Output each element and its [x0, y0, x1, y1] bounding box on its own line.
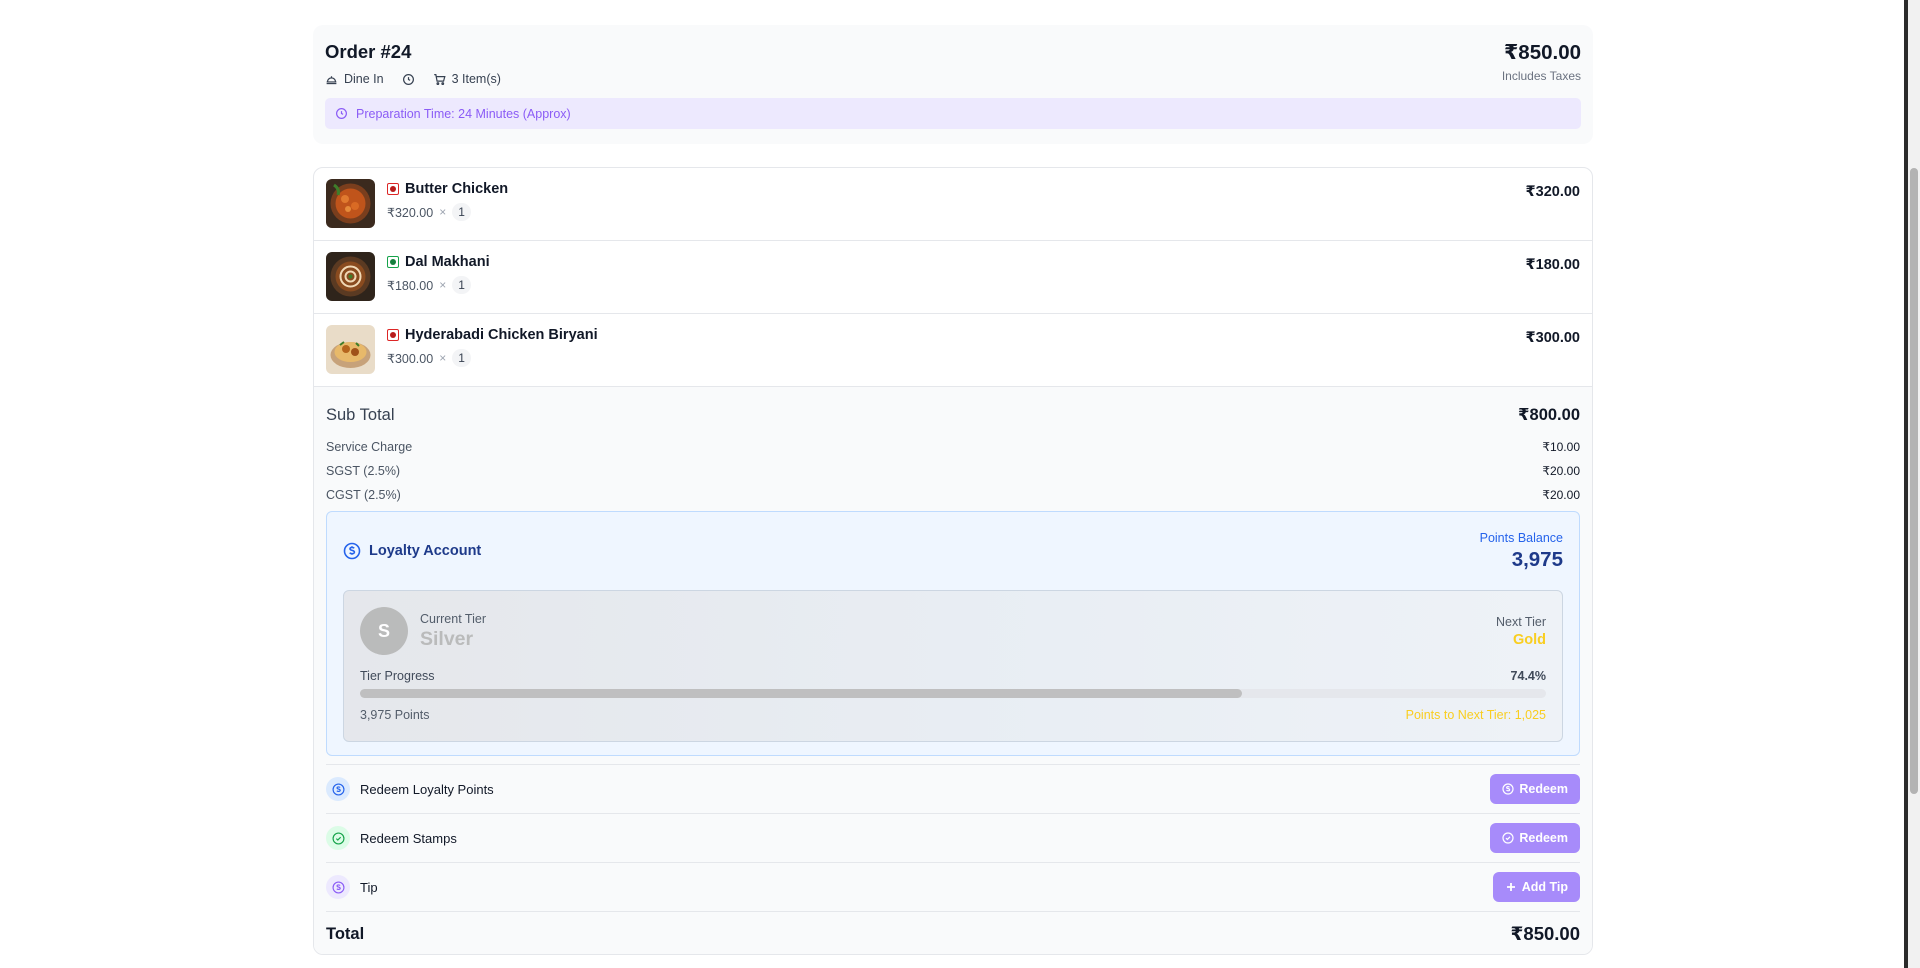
- item-total: ₹300.00: [1525, 330, 1580, 346]
- item-name: Hyderabadi Chicken Biryani: [405, 327, 598, 343]
- order-title: Order #24: [325, 41, 412, 62]
- scrollbar-thumb[interactable]: [1910, 168, 1918, 794]
- tier-progress-label: Tier Progress: [360, 669, 435, 683]
- add-tip-button-label: Add Tip: [1521, 880, 1568, 894]
- order-meta: Dine In 3 Item(s): [325, 72, 501, 86]
- dine-in-icon: [326, 75, 337, 84]
- item-qty: 1: [452, 349, 471, 367]
- loyalty-title: Loyalty Account: [369, 543, 482, 559]
- order-header-card: Order #24 Dine In 3 Item(s) ₹850.00 Incl…: [313, 25, 1593, 144]
- points-total: 3,975 Points: [360, 708, 430, 722]
- subtotal-label: Sub Total: [326, 405, 395, 424]
- current-tier-label: Current Tier: [420, 611, 486, 626]
- points-balance-value: 3,975: [1511, 547, 1563, 571]
- redeem-stamps-row: Redeem Stamps Redeem: [326, 813, 1580, 862]
- item-qty: 1: [452, 203, 471, 221]
- current-tier-name: Silver: [420, 627, 474, 650]
- grand-total-value: ₹850.00: [1510, 923, 1580, 944]
- veg-icon: [387, 256, 399, 268]
- subtotal-value: ₹800.00: [1518, 406, 1580, 424]
- tier-avatar: S: [360, 607, 408, 655]
- service-charge-label: Service Charge: [326, 440, 413, 454]
- check-circle-icon: [1502, 832, 1514, 844]
- sgst-row: SGST (2.5%) ₹20.00: [326, 459, 1580, 483]
- item-price: ₹320.00: [387, 205, 434, 220]
- bill-summary: Sub Total ₹800.00 Service Charge ₹10.00 …: [314, 387, 1592, 954]
- cart-icon: [433, 73, 446, 85]
- item-total: ₹320.00: [1525, 184, 1580, 200]
- order-total-note: Includes Taxes: [1501, 69, 1581, 83]
- order-total-amount: ₹850.00: [1504, 41, 1581, 64]
- item-image: [326, 179, 375, 228]
- clock-icon: [402, 73, 414, 85]
- redeem-stamps-button-label: Redeem: [1519, 831, 1568, 845]
- add-tip-button[interactable]: Add Tip: [1492, 872, 1580, 902]
- next-tier-label: Next Tier: [1495, 614, 1546, 629]
- tip-label: Tip: [360, 879, 378, 895]
- items-count: 3 Item(s): [451, 72, 501, 86]
- dollar-circle-icon: [326, 777, 350, 801]
- tip-row: Tip Add Tip: [326, 862, 1580, 911]
- plus-icon: [1506, 883, 1515, 891]
- scrollbar[interactable]: [1908, 0, 1920, 968]
- tier-progress-bar: [360, 689, 1546, 698]
- item-name: Butter Chicken: [405, 181, 509, 197]
- redeem-stamps-button[interactable]: Redeem: [1490, 823, 1580, 853]
- grand-total-label: Total: [326, 924, 365, 943]
- times-sign: ×: [439, 205, 447, 219]
- service-charge-row: Service Charge ₹10.00: [326, 435, 1580, 459]
- times-sign: ×: [439, 351, 447, 365]
- cgst-label: CGST (2.5%): [326, 488, 401, 502]
- sgst-label: SGST (2.5%): [326, 464, 401, 478]
- tier-card: S Current Tier Silver Next Tier Gold Tie…: [343, 590, 1563, 742]
- clock-icon: [336, 108, 347, 119]
- redeem-loyalty-button-label: Redeem: [1519, 782, 1568, 796]
- loyalty-account-panel: Loyalty Account Points Balance 3,975 S C…: [326, 511, 1580, 756]
- item-total: ₹180.00: [1525, 257, 1580, 273]
- times-sign: ×: [439, 278, 447, 292]
- next-tier-name: Gold: [1512, 631, 1546, 648]
- list-item: Hyderabadi Chicken Biryani ₹300.00 × 1 ₹…: [314, 314, 1592, 387]
- dine-in-label: Dine In: [344, 72, 384, 86]
- service-charge-value: ₹10.00: [1542, 440, 1580, 454]
- subtotal-row: Sub Total ₹800.00: [326, 387, 1580, 435]
- item-price: ₹180.00: [387, 278, 434, 293]
- item-price: ₹300.00: [387, 351, 434, 366]
- check-circle-icon: [326, 826, 350, 850]
- prep-time-banner: Preparation Time: 24 Minutes (Approx): [325, 98, 1581, 129]
- item-image: [326, 252, 375, 301]
- cgst-row: CGST (2.5%) ₹20.00: [326, 483, 1580, 507]
- list-item: Butter Chicken ₹320.00 × 1 ₹320.00: [314, 168, 1592, 241]
- item-image: [326, 325, 375, 374]
- tier-progress-fill: [360, 689, 1243, 698]
- list-item: Dal Makhani ₹180.00 × 1 ₹180.00: [314, 241, 1592, 314]
- sgst-value: ₹20.00: [1542, 464, 1580, 478]
- points-balance-label: Points Balance: [1479, 530, 1563, 545]
- points-to-next-tier: Points to Next Tier: 1,025: [1405, 708, 1546, 722]
- dollar-circle-icon: [1502, 783, 1514, 795]
- non-veg-icon: [387, 329, 399, 341]
- dollar-circle-icon: [343, 542, 361, 560]
- redeem-loyalty-label: Redeem Loyalty Points: [360, 781, 494, 797]
- order-details-card: Butter Chicken ₹320.00 × 1 ₹320.00 Dal M…: [313, 167, 1593, 955]
- item-qty: 1: [452, 276, 471, 294]
- cgst-value: ₹20.00: [1542, 488, 1580, 502]
- redeem-stamps-label: Redeem Stamps: [360, 830, 457, 846]
- item-name: Dal Makhani: [405, 254, 490, 270]
- prep-time-text: Preparation Time: 24 Minutes (Approx): [356, 106, 571, 121]
- grand-total-row: Total ₹850.00: [326, 911, 1580, 954]
- tier-progress-percent: 74.4%: [1510, 669, 1546, 683]
- non-veg-icon: [387, 183, 399, 195]
- redeem-loyalty-button[interactable]: Redeem: [1490, 774, 1580, 804]
- dollar-circle-icon: [326, 875, 350, 899]
- redeem-loyalty-row: Redeem Loyalty Points Redeem: [326, 764, 1580, 813]
